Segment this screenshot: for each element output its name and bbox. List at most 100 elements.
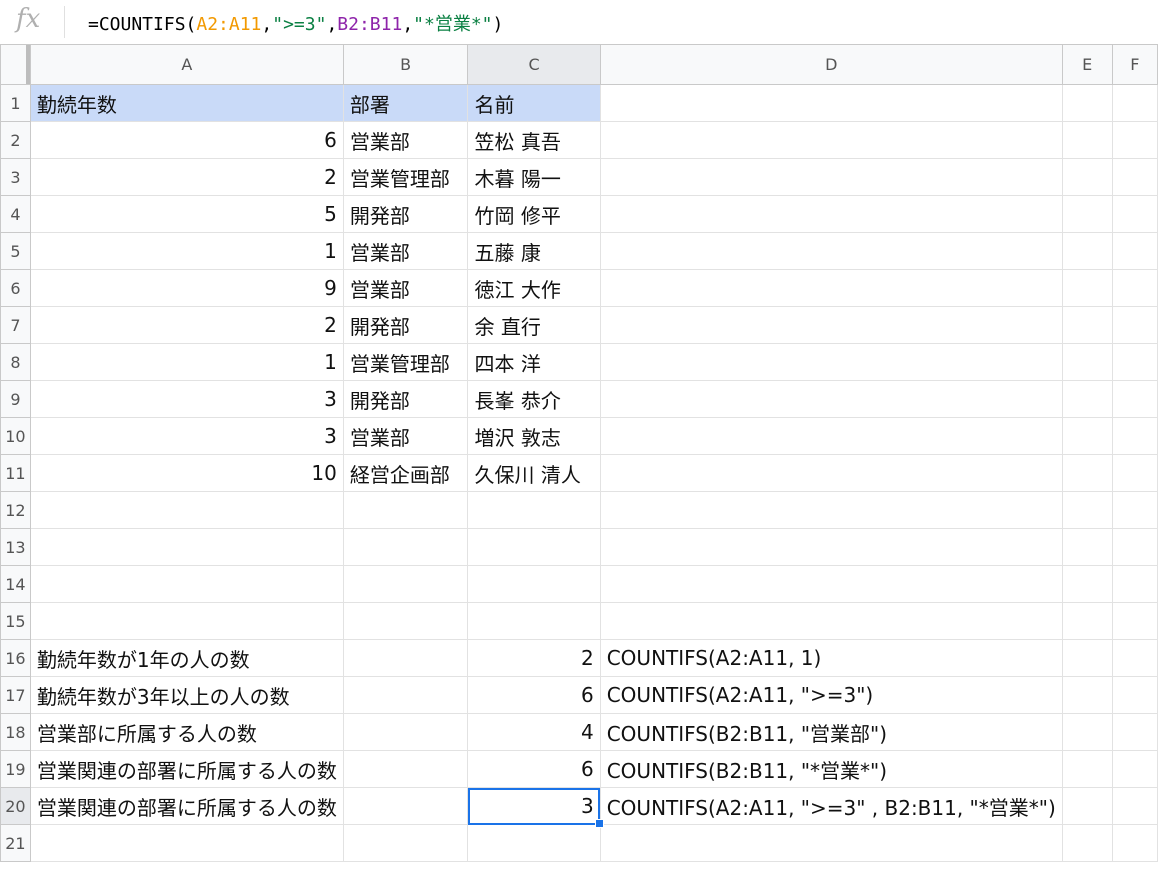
cell-e4[interactable] [1061, 195, 1113, 233]
cell-a16[interactable]: 勤続年数が1年の人の数 [29, 639, 344, 677]
row-header[interactable]: 2 [0, 121, 31, 159]
cell-b10[interactable]: 営業部 [342, 417, 469, 455]
row-header[interactable]: 10 [0, 417, 31, 455]
cell-e15[interactable] [1061, 602, 1113, 640]
cell-e9[interactable] [1061, 380, 1113, 418]
cell-c14[interactable] [467, 565, 601, 603]
cell-e5[interactable] [1061, 232, 1113, 270]
cell-e17[interactable] [1062, 676, 1113, 714]
row-header[interactable]: 21 [0, 824, 31, 862]
cell-b6[interactable]: 営業部 [342, 269, 469, 307]
cell-d19[interactable]: COUNTIFS(B2:B11, "*営業*") [599, 750, 1063, 788]
cell-d2[interactable] [599, 121, 1063, 159]
cell-a5[interactable]: 1 [29, 232, 344, 270]
row-header[interactable]: 20 [0, 787, 31, 825]
cell-e10[interactable] [1061, 417, 1113, 455]
cell-c8[interactable]: 四本 洋 [467, 343, 601, 381]
formula-input[interactable]: =COUNTIFS(A2:A11,">=3",B2:B11,"*営業*") [88, 10, 503, 36]
row-header[interactable]: 1 [0, 84, 31, 122]
cell-b16[interactable] [343, 639, 469, 677]
cell-d9[interactable] [599, 380, 1063, 418]
cell-d20[interactable]: COUNTIFS(A2:A11, ">=3" , B2:B11, "*営業*") [599, 787, 1063, 825]
cell-a9[interactable]: 3 [29, 380, 344, 418]
cell-a14[interactable] [29, 565, 344, 603]
cell-a19[interactable]: 営業関連の部署に所属する人の数 [29, 750, 344, 788]
cell-a8[interactable]: 1 [29, 343, 344, 381]
cell-c12[interactable] [467, 491, 601, 529]
row-header[interactable]: 16 [0, 639, 31, 677]
cell-a4[interactable]: 5 [29, 195, 344, 233]
cell-e2[interactable] [1061, 121, 1113, 159]
cell-e11[interactable] [1061, 454, 1113, 492]
cell-d12[interactable] [599, 491, 1063, 529]
cell-f11[interactable] [1111, 454, 1158, 492]
cell-a11[interactable]: 10 [29, 454, 344, 492]
cell-f19[interactable] [1111, 750, 1158, 788]
cell-f21[interactable] [1111, 824, 1158, 862]
cell-d7[interactable] [599, 306, 1063, 344]
cell-d21[interactable] [599, 824, 1063, 862]
cell-a21[interactable] [29, 824, 344, 862]
cell-b4[interactable]: 開発部 [342, 195, 469, 233]
cell-c3[interactable]: 木暮 陽一 [467, 158, 601, 196]
cell-c21[interactable] [467, 824, 601, 862]
cell-b21[interactable] [342, 824, 469, 862]
cell-f18[interactable] [1111, 713, 1158, 751]
row-header[interactable]: 17 [0, 676, 31, 714]
cell-a18[interactable]: 営業部に所属する人の数 [29, 713, 344, 751]
cell-b9[interactable]: 開発部 [342, 380, 469, 418]
cell-e6[interactable] [1061, 269, 1113, 307]
cell-a1[interactable]: 勤続年数 [29, 84, 344, 122]
row-header[interactable]: 13 [0, 528, 31, 566]
cell-b20[interactable] [343, 787, 469, 825]
cell-a13[interactable] [29, 528, 344, 566]
cell-e14[interactable] [1061, 565, 1113, 603]
cell-c18[interactable]: 4 [467, 713, 601, 751]
cell-e7[interactable] [1061, 306, 1113, 344]
row-header[interactable]: 4 [0, 195, 31, 233]
column-header-a[interactable]: A [29, 44, 344, 85]
cell-f7[interactable] [1111, 306, 1158, 344]
cell-e8[interactable] [1061, 343, 1113, 381]
cell-f4[interactable] [1111, 195, 1158, 233]
cell-d6[interactable] [599, 269, 1063, 307]
cell-e20[interactable] [1062, 787, 1113, 825]
cell-c20[interactable]: 3 [467, 787, 604, 828]
cell-c7[interactable]: 余 直行 [467, 306, 601, 344]
cell-c4[interactable]: 竹岡 修平 [467, 195, 601, 233]
cell-d11[interactable] [599, 454, 1063, 492]
column-header-c[interactable]: C [467, 44, 601, 85]
cell-f20[interactable] [1112, 787, 1158, 825]
cell-e13[interactable] [1061, 528, 1113, 566]
cell-a6[interactable]: 9 [29, 269, 344, 307]
row-header[interactable]: 11 [0, 454, 31, 492]
cell-f9[interactable] [1111, 380, 1158, 418]
cell-b5[interactable]: 営業部 [342, 232, 469, 270]
row-header[interactable]: 14 [0, 565, 31, 603]
cell-e16[interactable] [1062, 639, 1113, 677]
cell-e19[interactable] [1062, 750, 1113, 788]
row-header[interactable]: 15 [0, 602, 31, 640]
row-header[interactable]: 5 [0, 232, 31, 270]
cell-b12[interactable] [342, 491, 469, 529]
cell-c15[interactable] [467, 602, 601, 640]
cell-f17[interactable] [1111, 676, 1158, 714]
cell-d1[interactable] [599, 84, 1063, 122]
cell-a2[interactable]: 6 [29, 121, 344, 159]
cell-d13[interactable] [599, 528, 1063, 566]
column-header-b[interactable]: B [342, 44, 469, 85]
cell-b2[interactable]: 営業部 [342, 121, 469, 159]
cell-c19[interactable]: 6 [467, 750, 601, 788]
cell-f14[interactable] [1111, 565, 1158, 603]
row-header[interactable]: 12 [0, 491, 31, 529]
row-header[interactable]: 19 [0, 750, 31, 788]
cell-f13[interactable] [1111, 528, 1158, 566]
row-header[interactable]: 3 [0, 158, 31, 196]
cell-d15[interactable] [599, 602, 1063, 640]
cell-b3[interactable]: 営業管理部 [342, 158, 469, 196]
cell-e18[interactable] [1062, 713, 1113, 751]
column-header-f[interactable]: F [1111, 44, 1158, 85]
cell-c17[interactable]: 6 [467, 676, 601, 714]
cell-d18[interactable]: COUNTIFS(B2:B11, "営業部") [599, 713, 1063, 751]
cell-c2[interactable]: 笠松 真吾 [467, 121, 601, 159]
